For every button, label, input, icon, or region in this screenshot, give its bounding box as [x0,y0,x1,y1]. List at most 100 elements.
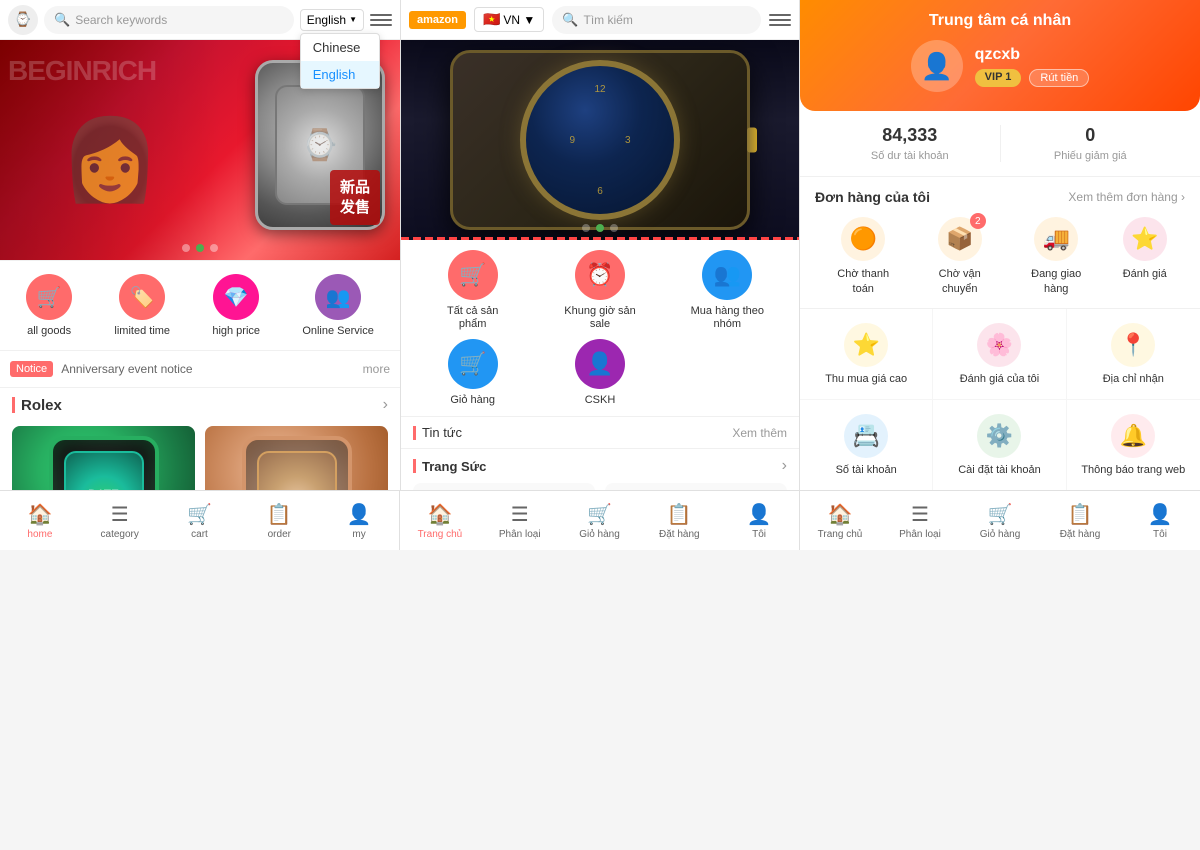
menu-icon-left[interactable] [370,14,392,26]
vn-dropdown[interactable]: 🇻🇳 VN ▼ [474,7,544,32]
jewelry-title: Trang Sức [422,459,486,474]
mid-tab-category[interactable]: ☰ Phân loại [480,491,560,550]
right-me-icon: 👤 [1148,502,1173,527]
products-section: Rolex › DATE⌚ ROLEX-Submariner Series ¥1… [0,388,400,490]
products-arrow[interactable]: › [383,396,388,414]
icon-online-service-label: Online Service [302,325,374,337]
banner-dot-1[interactable] [182,244,190,252]
order-pending-label: Chờ thanh toán [833,267,893,296]
cat-cskh[interactable]: 👤 CSKH [560,339,640,406]
language-dropdown[interactable]: English ▼ Chinese English [300,9,364,31]
jewelry-item-2[interactable] [605,483,787,490]
search-placeholder-left: Search keywords [75,13,167,27]
mid-tab-cart[interactable]: 🛒 Giỏ hàng [560,491,640,550]
news-more[interactable]: Xem thêm [732,426,787,440]
service-my-review-label: Đánh giá của tôi [960,373,1040,385]
order-pending-shipping[interactable]: 📦 2 Chờ vận chuyển [930,217,990,296]
right-cart-icon: 🛒 [988,502,1013,527]
left-tab-my[interactable]: 👤 my [319,491,399,550]
service-web-notify[interactable]: 🔔 Thông báo trang web [1067,400,1200,490]
mid-category-icon: ☰ [511,502,529,527]
icon-online-service[interactable]: 👥 Online Service [302,274,374,337]
left-tab-home[interactable]: 🏠 home [0,491,80,550]
order-review[interactable]: ⭐ Đánh giá [1123,217,1167,296]
dropdown-arrow: ▼ [349,15,357,24]
watch-banner-dot-1[interactable] [582,224,590,232]
right-tab-cart[interactable]: 🛒 Giỏ hàng [960,491,1040,550]
right-tab-category[interactable]: ☰ Phân loại [880,491,960,550]
banner-dot-2[interactable] [196,244,204,252]
mid-cart-icon: 🛒 [587,502,612,527]
left-cart-icon: 🛒 [187,502,212,527]
icon-limited-time[interactable]: 🏷️ limited time [114,274,170,337]
watch-banner-dot-active[interactable] [596,224,604,232]
search-box-left[interactable]: 🔍 Search keywords [44,6,294,34]
jewelry-more[interactable]: › [782,457,787,475]
right-tab-home[interactable]: 🏠 Trang chủ [800,491,880,550]
cat-all-products[interactable]: 🛒 Tất cả sản phẩm [433,250,513,331]
order-delivering-label: Đang giao hàng [1026,267,1086,296]
right-tab-me[interactable]: 👤 Tôi [1120,491,1200,550]
jewelry-item-1[interactable] [413,483,595,490]
middle-watch-banner: 12 93 6 [401,40,799,240]
cat-sale-label: Khung giờ sản sale [560,305,640,331]
balance-value: 84,333 [882,125,937,146]
left-tab-category[interactable]: ☰ category [80,491,160,550]
order-pending-payment[interactable]: 🟠 Chờ thanh toán [833,217,893,296]
service-account-num[interactable]: 📇 Số tài khoản [800,400,933,490]
watch-banner-dot-3[interactable] [610,224,618,232]
mid-order-label: Đặt hàng [659,529,700,540]
woman-figure: 👩 [60,113,160,207]
icon-all-goods[interactable]: 🛒 all goods [26,274,72,337]
cat-group-buy[interactable]: 👥 Mua hàng theo nhóm [687,250,767,331]
left-order-icon: 📋 [267,502,292,527]
jewelry-section: Trang Sức › [401,448,799,490]
service-address[interactable]: 📍 Địa chỉ nhận [1067,309,1200,400]
left-tab-cart[interactable]: 🛒 cart [160,491,240,550]
left-icons-row: 🛒 all goods 🏷️ limited time 💎 high price… [0,260,400,350]
cat-all-label: Tất cả sản phẩm [433,305,513,331]
right-tab-order[interactable]: 📋 Đặt hàng [1040,491,1120,550]
news-label: Tin tức [422,425,462,440]
cat-flash-sale[interactable]: ⏰ Khung giờ sản sale [560,250,640,331]
icon-high-price[interactable]: 💎 high price [212,274,260,337]
search-box-middle[interactable]: 🔍 Tìm kiếm [552,6,761,34]
personal-center-title: Trung tâm cá nhân [929,12,1071,30]
menu-icon-middle[interactable] [769,14,791,26]
notice-more[interactable]: more [363,362,390,376]
search-icon-middle: 🔍 [562,12,578,28]
withdraw-badge[interactable]: Rút tiền [1029,69,1089,87]
middle-categories: 🛒 Tất cả sản phẩm ⏰ Khung giờ sản sale 👥… [401,240,799,416]
mid-home-label: Trang chủ [418,529,463,540]
product-card-2[interactable]: ⌚ Rolex-Datejust 126331- ¥100800 [205,426,388,490]
language-option-chinese[interactable]: Chinese [301,34,379,61]
service-my-review[interactable]: 🌸 Đánh giá của tôi [933,309,1066,400]
amazon-logo: amazon [409,11,466,29]
orders-more[interactable]: Xem thêm đơn hàng › [1068,190,1185,204]
language-option-english[interactable]: English [301,61,379,88]
cat-cart[interactable]: 🛒 Giỏ hàng [433,339,513,406]
left-home-icon: 🏠 [27,502,52,527]
brand-text: BEGINRICH [8,55,156,87]
language-button[interactable]: English ▼ [300,9,364,31]
mid-tab-home[interactable]: 🏠 Trang chủ [400,491,480,550]
right-category-label: Phân loại [899,529,941,540]
banner-dot-3[interactable] [210,244,218,252]
order-review-label: Đánh giá [1123,267,1167,281]
order-delivering[interactable]: 🚚 Đang giao hàng [1026,217,1086,296]
mid-category-label: Phân loại [499,529,541,540]
cat-cskh-label: CSKH [585,394,616,406]
service-buy-high[interactable]: ⭐ Thu mua giá cao [800,309,933,400]
language-menu: Chinese English [300,33,380,89]
service-account-settings[interactable]: ⚙️ Cài đặt tài khoản [933,400,1066,490]
mid-tab-me[interactable]: 👤 Tôi [719,491,799,550]
left-category-icon: ☰ [111,502,129,527]
products-title: Rolex [12,397,62,414]
icon-high-price-label: high price [212,325,260,337]
service-buy-high-label: Thu mua giá cao [825,373,907,385]
notice-bar: Notice Anniversary event notice more [0,350,400,388]
cat-group-label: Mua hàng theo nhóm [687,305,767,331]
left-tab-order[interactable]: 📋 order [239,491,319,550]
product-card-1[interactable]: DATE⌚ ROLEX-Submariner Series ¥166500 [12,426,195,490]
mid-tab-order[interactable]: 📋 Đặt hàng [639,491,719,550]
